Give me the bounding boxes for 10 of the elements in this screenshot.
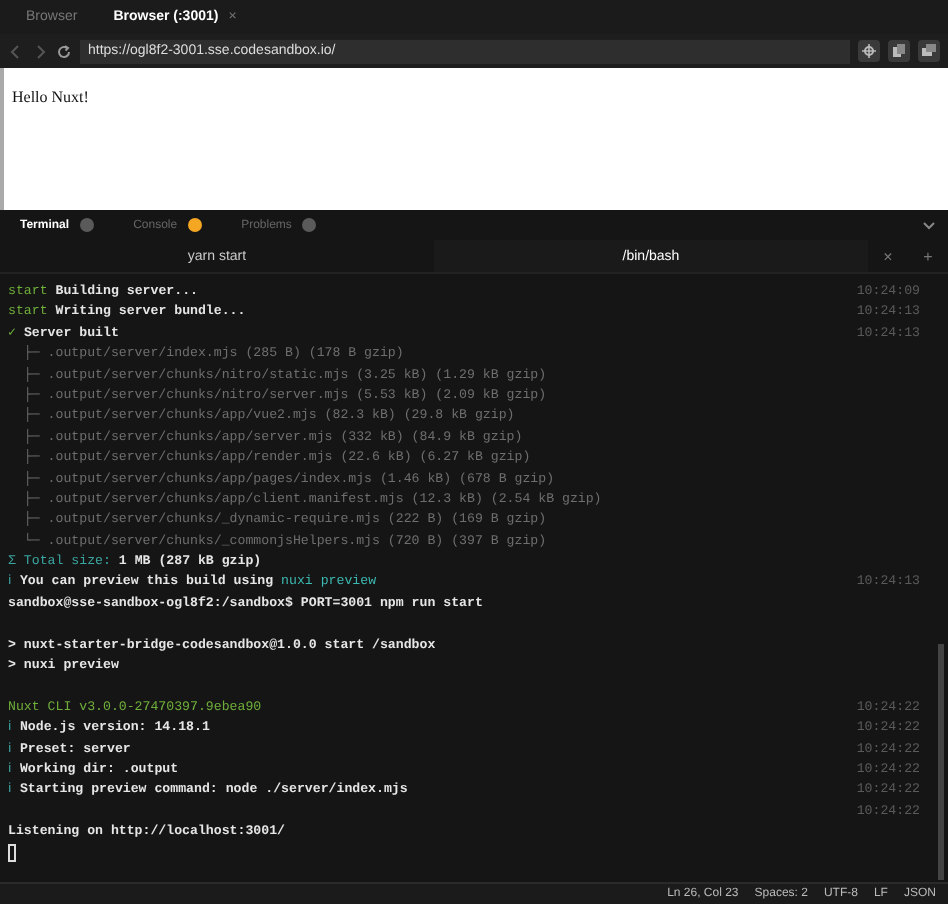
add-button[interactable]: + (908, 240, 948, 272)
page-text: Hello Nuxt! (12, 88, 89, 106)
close-button[interactable]: × (868, 240, 908, 272)
chevron-icon[interactable] (922, 218, 936, 232)
reload-icon[interactable] (56, 43, 72, 59)
windows-icon[interactable] (918, 40, 940, 62)
crosshair-icon[interactable] (858, 40, 880, 62)
copy-icon[interactable] (888, 40, 910, 62)
terminal-cursor (8, 844, 16, 863)
scrollbar[interactable] (938, 644, 944, 880)
